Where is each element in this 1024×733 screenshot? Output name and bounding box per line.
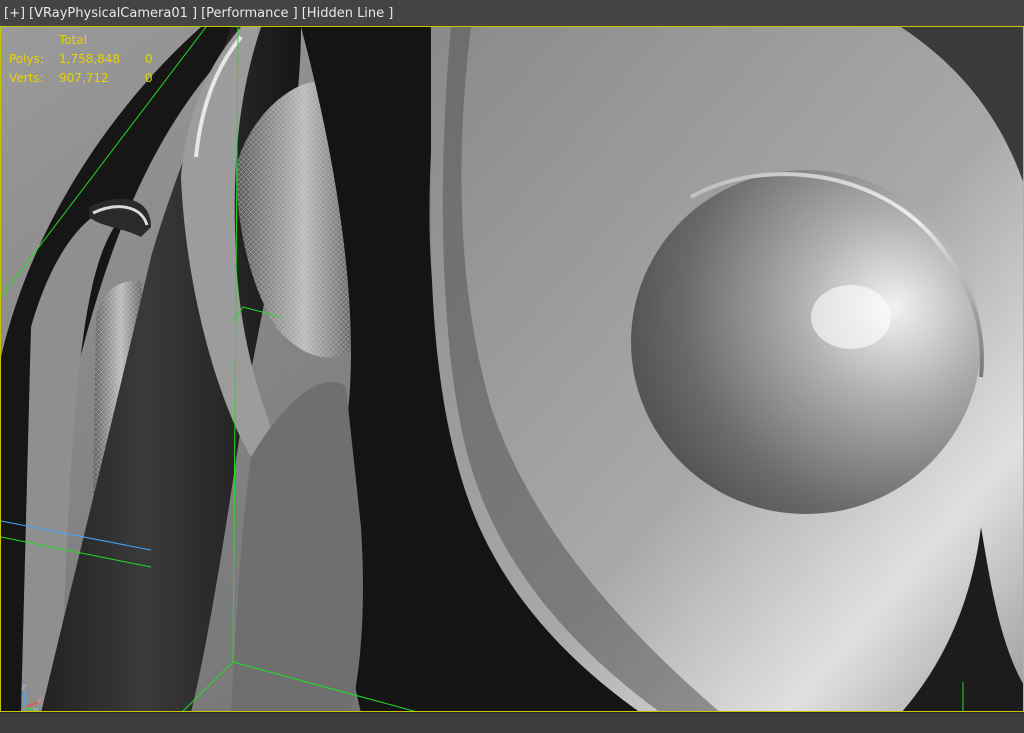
viewport-label-bar: [+] [VRayPhysicalCamera01 ] [Performance… (0, 0, 1024, 26)
axis-z-label: z (21, 683, 26, 693)
stats-verts-selected: 0 (145, 71, 153, 85)
stats-verts-row: Verts: 907,712 0 (9, 69, 165, 88)
stats-polys-selected: 0 (145, 52, 153, 66)
viewport-performance-menu[interactable]: [Performance ] (201, 6, 298, 21)
viewport-camera-menu[interactable]: [VRayPhysicalCamera01 ] (29, 6, 197, 21)
camera-viewport[interactable]: Total Polys: 1,758,848 0 Verts: 907,712 … (0, 26, 1024, 712)
stats-polys-total: 1,758,848 (59, 52, 121, 66)
axis-x-label: x (37, 696, 43, 706)
stats-polys-row: Polys: 1,758,848 0 (9, 50, 165, 69)
3d-scene-render (1, 27, 1023, 711)
stats-verts-total: 907,712 (59, 71, 109, 85)
viewport-shading-menu[interactable]: [Hidden Line ] (302, 6, 394, 21)
axis-tripod-icon: z x y (21, 683, 43, 711)
stats-polys-label: Polys: (9, 52, 44, 66)
polycount-stats: Total Polys: 1,758,848 0 Verts: 907,712 … (9, 31, 165, 88)
stats-verts-label: Verts: (9, 71, 44, 85)
stats-total-header: Total (59, 33, 88, 47)
app-window: [+] [VRayPhysicalCamera01 ] [Performance… (0, 0, 1024, 733)
viewport-menu-plus[interactable]: [+] (4, 6, 25, 21)
viewport-bottom-bar (0, 712, 1024, 733)
